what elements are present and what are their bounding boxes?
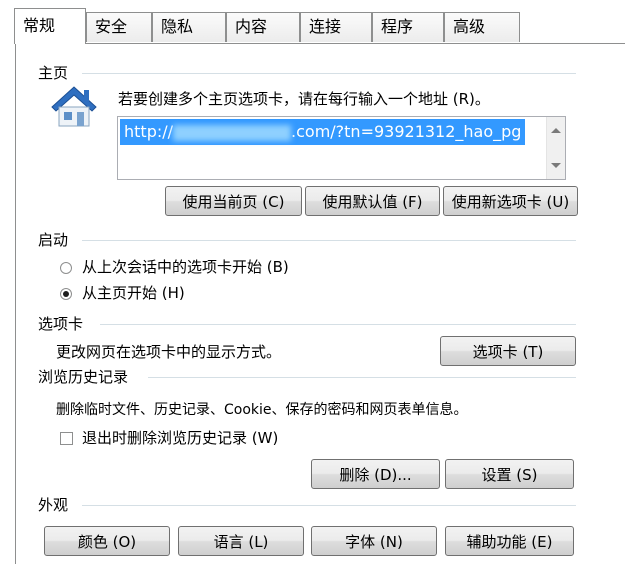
colors-button[interactable]: 颜色 (O): [44, 526, 170, 556]
tab-programs[interactable]: 程序: [372, 12, 444, 42]
history-rule: [148, 377, 576, 378]
redacted-domain: [173, 124, 292, 141]
use-new-tab-button[interactable]: 使用新选项卡 (U): [443, 186, 578, 216]
appearance-rule: [82, 505, 576, 506]
url-prefix: http://: [124, 122, 174, 141]
tab-label: 连接: [309, 17, 342, 36]
tab-security[interactable]: 安全: [86, 12, 152, 42]
history-settings-button[interactable]: 设置 (S): [445, 459, 574, 489]
delete-history-button[interactable]: 删除 (D)...: [311, 459, 440, 489]
radio-dot: [63, 291, 69, 297]
tab-strip: 常规 安全 隐私 内容 连接 程序 高级: [14, 8, 534, 44]
tab-label: 内容: [235, 17, 268, 36]
use-default-button[interactable]: 使用默认值 (F): [305, 186, 440, 216]
home-rule: [82, 73, 576, 74]
home-url-selection: http:// .com/?tn=93921312_hao_pg: [120, 119, 526, 145]
tab-label: 常规: [23, 16, 56, 35]
tabs-group-label: 选项卡: [38, 313, 90, 334]
tab-label: 安全: [95, 17, 128, 36]
tab-label: 高级: [453, 17, 486, 36]
tab-privacy[interactable]: 隐私: [152, 12, 226, 42]
startup-last-session-radio[interactable]: [60, 262, 72, 274]
scroll-up-icon[interactable]: [551, 128, 561, 133]
scroll-down-icon[interactable]: [551, 163, 561, 168]
history-description: 删除临时文件、历史记录、Cookie、保存的密码和网页表单信息。: [56, 402, 468, 418]
use-current-button[interactable]: 使用当前页 (C): [165, 186, 302, 216]
tab-label: 隐私: [161, 17, 194, 36]
tab-advanced[interactable]: 高级: [444, 12, 520, 42]
home-instruction: 若要创建多个主页选项卡，请在每行输入一个地址 (R)。: [118, 90, 490, 108]
startup-rule: [82, 240, 576, 241]
delete-on-exit-checkbox[interactable]: [60, 432, 73, 445]
tabs-rule: [100, 324, 576, 325]
startup-home-radio[interactable]: [60, 288, 72, 300]
history-group-label: 浏览历史记录: [38, 366, 135, 387]
appearance-group-label: 外观: [38, 494, 75, 515]
textarea-scrollbar[interactable]: [546, 117, 565, 179]
delete-on-exit-label[interactable]: 退出时删除浏览历史记录 (W): [82, 427, 278, 448]
startup-home-label[interactable]: 从主页开始 (H): [82, 282, 185, 303]
tab-label: 程序: [381, 17, 414, 36]
tabs-settings-button[interactable]: 选项卡 (T): [440, 336, 576, 366]
tab-connections[interactable]: 连接: [300, 12, 372, 42]
fonts-button[interactable]: 字体 (N): [311, 526, 437, 556]
tab-general[interactable]: 常规: [14, 8, 86, 44]
home-icon: [48, 83, 100, 129]
startup-last-session-label[interactable]: 从上次会话中的选项卡开始 (B): [82, 256, 289, 277]
languages-button[interactable]: 语言 (L): [178, 526, 304, 556]
home-page-textarea[interactable]: http:// .com/?tn=93921312_hao_pg: [117, 116, 566, 180]
home-group-label: 主页: [38, 62, 75, 83]
startup-group-label: 启动: [38, 229, 75, 250]
tabs-description: 更改网页在选项卡中的显示方式。: [56, 343, 282, 361]
accessibility-button[interactable]: 辅助功能 (E): [445, 526, 574, 556]
tab-content[interactable]: 内容: [226, 12, 300, 42]
url-suffix: .com/?tn=93921312_hao_pg: [291, 122, 522, 141]
